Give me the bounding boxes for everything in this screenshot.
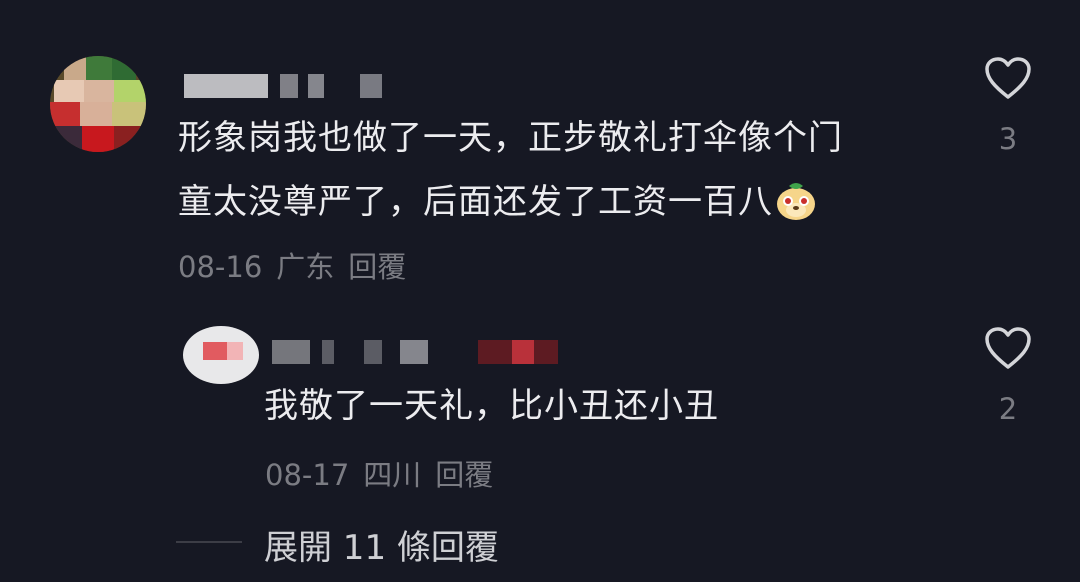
reply-reply-button[interactable]: 回覆 <box>435 458 493 492</box>
reply-location: 四川 <box>363 458 422 492</box>
comment-location: 广东 <box>276 250 335 284</box>
reply-username[interactable] <box>272 340 572 364</box>
comment-line-2: 童太没尊严了，后面还发了工资一百八 <box>178 182 773 222</box>
reply-date: 08-17 <box>265 458 350 492</box>
comment-meta: 08-16 广东 回覆 <box>178 244 406 286</box>
smiling-dog-emoji-icon <box>775 179 817 221</box>
expand-replies-button[interactable]: 展開 11 條回覆 <box>264 520 499 569</box>
comment-thread: 形象岗我也做了一天，正步敬礼打伞像个门 童太没尊严了，后面还发了工资一百八 08… <box>0 0 1080 582</box>
reply-like-button[interactable]: 2 <box>978 326 1038 426</box>
like-count: 3 <box>998 122 1018 156</box>
reply-like-count: 2 <box>998 392 1018 426</box>
reply-button[interactable]: 回覆 <box>348 250 406 284</box>
reply-avatar[interactable] <box>183 326 259 384</box>
avatar[interactable] <box>50 56 146 152</box>
like-button[interactable]: 3 <box>978 56 1038 156</box>
reply-meta: 08-17 四川 回覆 <box>265 452 493 494</box>
reply-text: 我敬了一天礼，比小丑还小丑 <box>264 386 719 426</box>
heart-outline-icon <box>985 327 1031 369</box>
reply-body: 我敬了一天礼，比小丑还小丑 <box>264 374 719 438</box>
divider <box>176 541 242 543</box>
comment-line-1: 形象岗我也做了一天，正步敬礼打伞像个门 <box>178 118 843 158</box>
heart-outline-icon <box>985 57 1031 99</box>
comment-date: 08-16 <box>178 250 263 284</box>
username[interactable] <box>184 74 414 98</box>
comment-body: 形象岗我也做了一天，正步敬礼打伞像个门 童太没尊严了，后面还发了工资一百八 <box>178 106 843 234</box>
